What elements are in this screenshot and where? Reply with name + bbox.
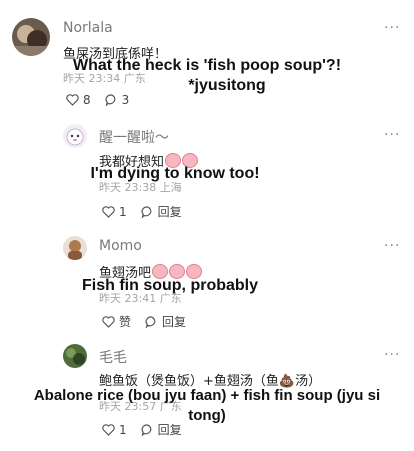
comment-actions: 赞 回复 <box>102 313 186 330</box>
translation-line: What the heck is 'fish poop soup'?! <box>72 57 342 74</box>
translation-overlay: I'm dying to know too! <box>60 164 290 184</box>
comment-actions: 1 回复 <box>102 203 182 220</box>
commenter-name[interactable]: Norlala <box>63 20 113 36</box>
commenter-name[interactable]: 毛毛 <box>99 347 127 367</box>
translation-line: tong) <box>188 407 226 424</box>
speech-bubble-icon <box>141 205 151 218</box>
avatar-maomao[interactable] <box>63 344 87 368</box>
more-options-icon[interactable]: ··· <box>384 20 400 36</box>
translation-overlay: Abalone rice (bou jyu faan) + fish fin s… <box>0 386 414 426</box>
translation-overlay: What the heck is 'fish poop soup'?! *jyu… <box>0 56 414 96</box>
more-options-icon[interactable]: ··· <box>384 347 400 363</box>
translation-line: *jyusitong <box>188 77 266 94</box>
avatar-xingyixingla[interactable] <box>63 124 87 148</box>
reply-button[interactable]: 回复 <box>141 203 182 220</box>
heart-outline-icon <box>102 315 115 328</box>
reply-button[interactable]: 回复 <box>145 313 186 330</box>
translation-line: I'm dying to know too! <box>90 165 260 182</box>
more-options-icon[interactable]: ··· <box>384 238 400 254</box>
commenter-name[interactable]: 醒一醒啦～ <box>99 127 169 147</box>
heart-outline-icon <box>102 205 115 218</box>
translation-line: Abalone rice (bou jyu faan) + fish fin s… <box>33 387 381 404</box>
like-label: 赞 <box>119 315 132 329</box>
translation-line: Fish fin soup, probably <box>82 277 258 294</box>
reply-label: 回复 <box>162 315 187 329</box>
avatar-norlala[interactable] <box>12 18 50 56</box>
more-options-icon[interactable]: ··· <box>384 127 400 143</box>
speech-bubble-icon <box>145 315 156 328</box>
like-count: 1 <box>119 204 127 219</box>
like-button[interactable]: 1 <box>102 205 127 219</box>
reply-label: 回复 <box>157 205 182 219</box>
translation-overlay: Fish fin soup, probably <box>70 276 270 296</box>
avatar-momo[interactable] <box>63 236 87 260</box>
commenter-name[interactable]: Momo <box>99 238 142 254</box>
like-button[interactable]: 赞 <box>102 313 131 330</box>
